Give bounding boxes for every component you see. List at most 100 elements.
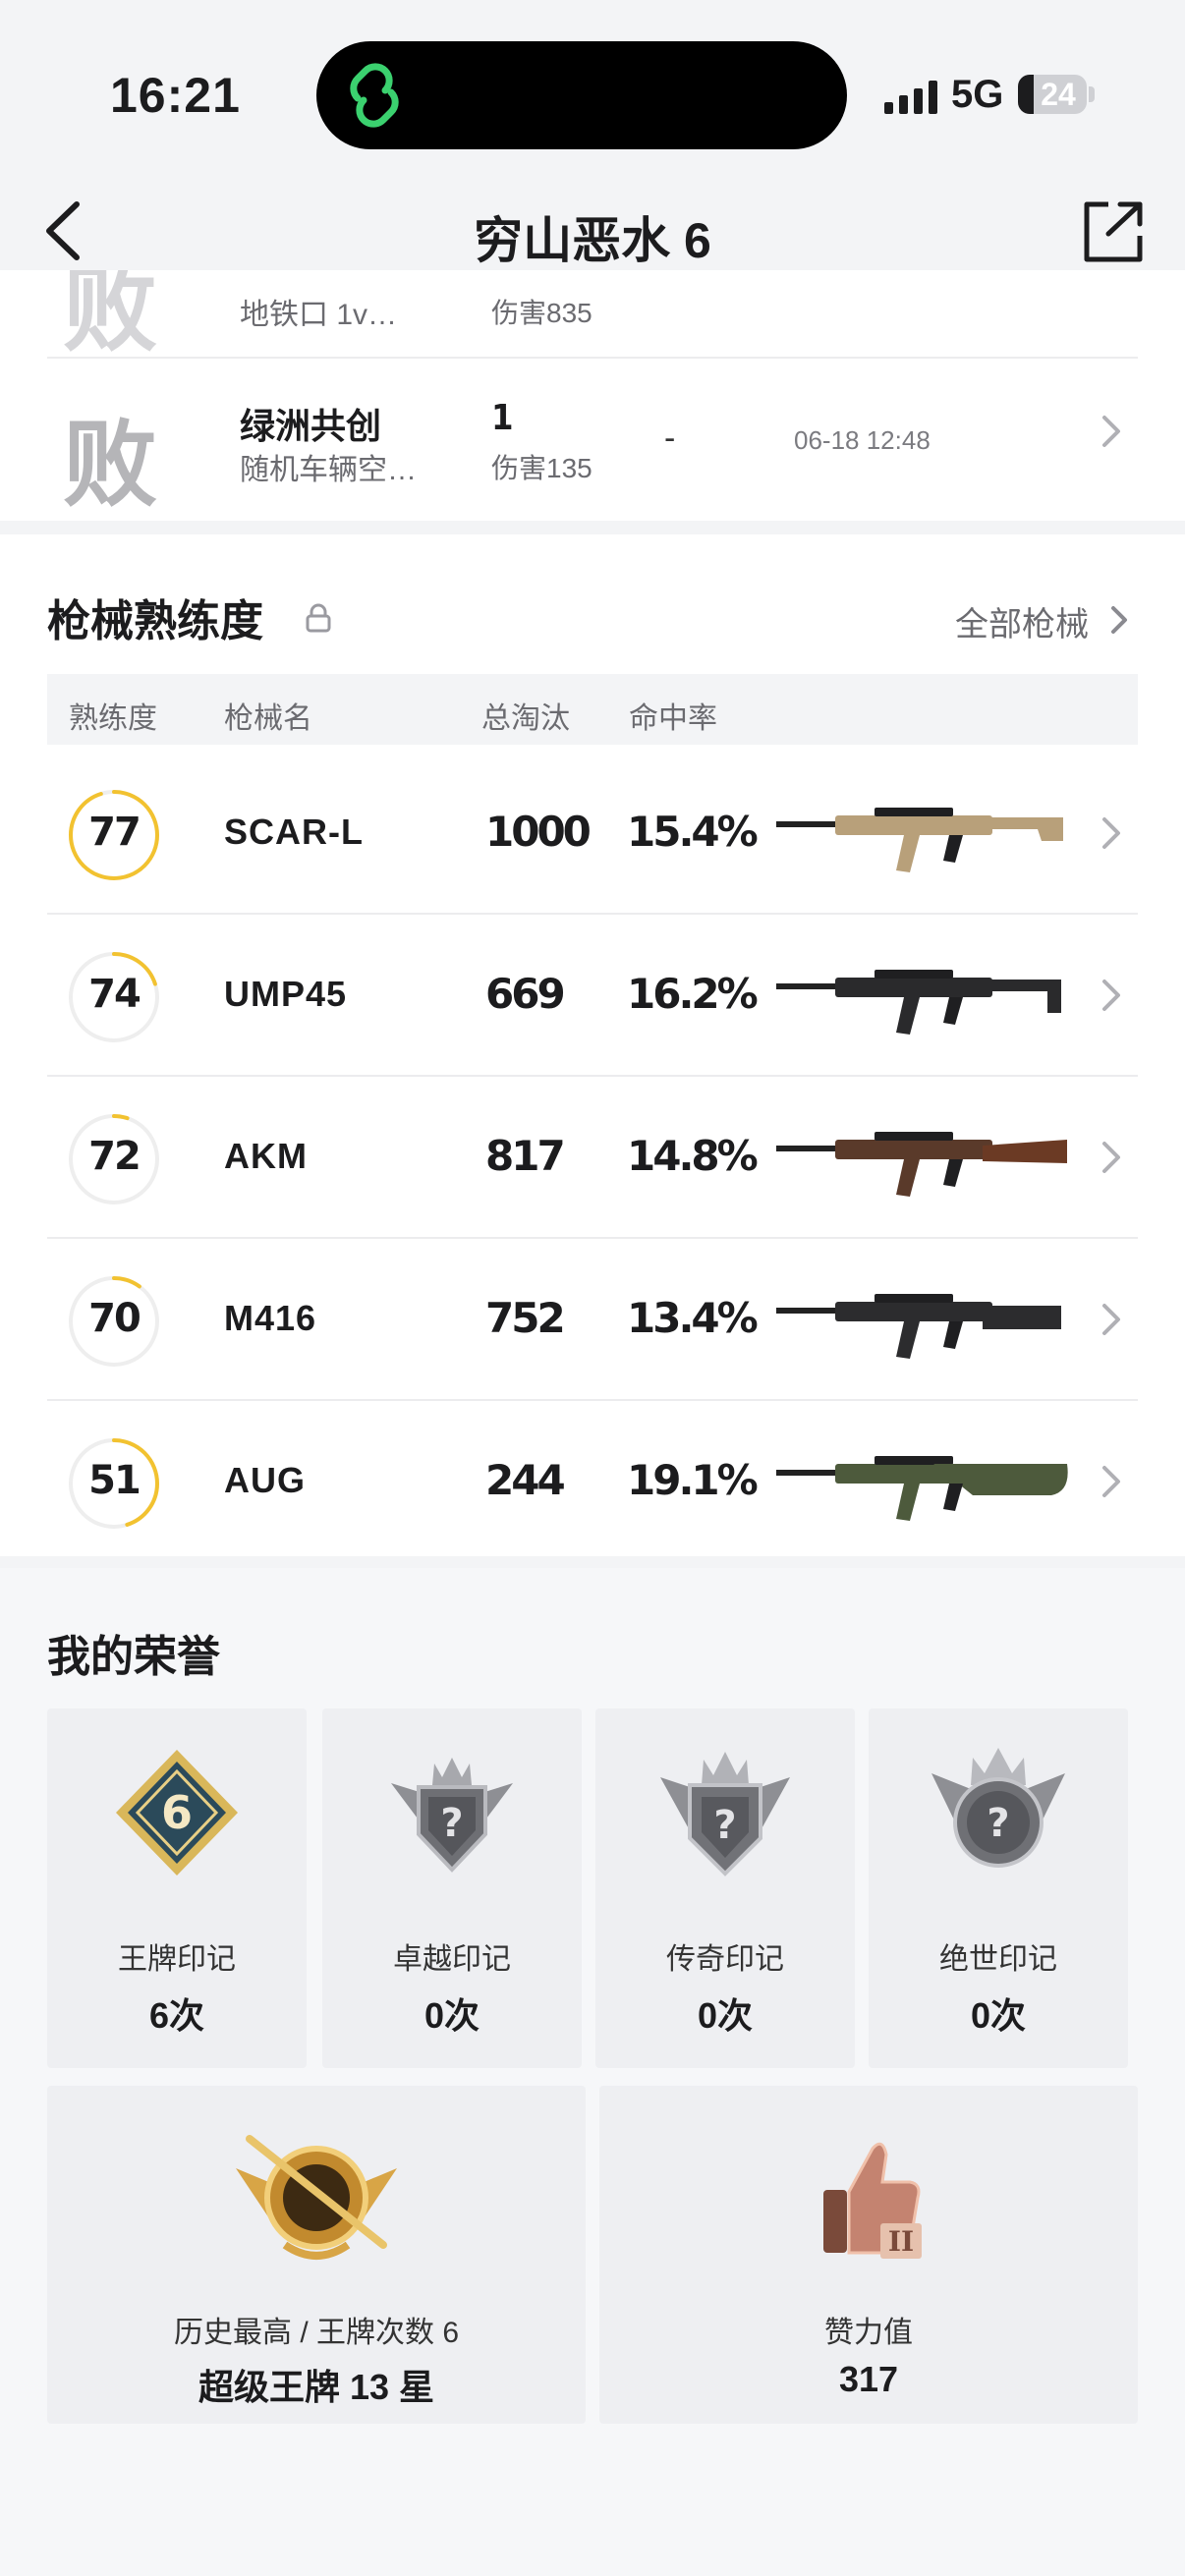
match-rank: 1 xyxy=(491,398,514,438)
status-time: 16:21 xyxy=(110,68,241,123)
gun-accuracy: 19.1% xyxy=(627,1456,759,1504)
honor-tile-legend[interactable]: ? 传奇印记 0次 xyxy=(595,1708,855,2068)
cellular-signal-icon xyxy=(884,81,937,114)
honor-name: 卓越印记 xyxy=(393,1943,511,1976)
gun-name: AKM xyxy=(224,1136,308,1176)
gun-name: UMP45 xyxy=(224,974,348,1014)
highest-rank-label: 历史最高 / 王牌次数 6 xyxy=(173,2317,460,2349)
battery-icon: 24 xyxy=(1018,75,1087,114)
svg-text:II: II xyxy=(888,2225,914,2258)
gun-row[interactable]: 51 AUG 244 19.1% xyxy=(47,1401,1138,1563)
likes-value: 317 xyxy=(838,2359,899,2399)
honor-count: 6次 xyxy=(148,1995,205,2036)
highest-rank-tile[interactable]: 历史最高 / 王牌次数 6 超级王牌 13 星 xyxy=(47,2086,586,2424)
chevron-right-icon xyxy=(1102,416,1120,447)
honor-section: 我的荣誉 6 王牌印记 6次 ? 卓越印记 0次 ? 传奇印记 0次 ? 绝世印… xyxy=(0,1568,1185,2576)
defeat-badge-icon: 败 xyxy=(63,410,157,520)
honor-tile-excellence[interactable]: ? 卓越印记 0次 xyxy=(322,1708,582,2068)
gun-table-header: 熟练度 枪械名 总淘汰 命中率 xyxy=(47,674,1138,745)
chevron-right-icon xyxy=(1102,1304,1120,1335)
likes-label: 赞力值 xyxy=(824,2317,913,2349)
honor-name: 传奇印记 xyxy=(666,1943,784,1976)
gun-total-kills: 669 xyxy=(485,970,566,1018)
match-mode-sub: 地铁口 1v… xyxy=(240,299,398,331)
chevron-right-icon xyxy=(1102,817,1120,849)
proficiency-value: 72 xyxy=(88,1134,141,1179)
status-bar: 16:21 5G 24 xyxy=(0,0,1185,187)
header-proficiency: 熟练度 xyxy=(69,702,157,735)
match-row[interactable]: 败 地铁口 1v… 伤害835 xyxy=(47,270,1138,364)
ump45-smg-icon xyxy=(776,970,1061,1035)
scar-l-rifle-icon xyxy=(776,808,1063,872)
svg-text:?: ? xyxy=(987,1801,1009,1846)
gun-row[interactable]: 72 AKM 817 14.8% xyxy=(47,1077,1138,1239)
honor-section-title: 我的荣誉 xyxy=(47,1633,220,1681)
honor-count: 0次 xyxy=(423,1995,480,2036)
match-time: 06-18 12:48 xyxy=(794,425,931,455)
akm-rifle-icon xyxy=(776,1132,1067,1197)
super-ace-rank-emblem-icon xyxy=(236,2135,397,2260)
link-app-icon xyxy=(350,63,399,128)
gun-row[interactable]: 74 UMP45 669 16.2% xyxy=(47,915,1138,1077)
gun-total-kills: 752 xyxy=(485,1294,566,1342)
svg-text:?: ? xyxy=(440,1801,463,1846)
gun-name: M416 xyxy=(224,1298,317,1338)
network-type: 5G xyxy=(951,73,1004,116)
proficiency-value: 77 xyxy=(88,810,141,855)
defeat-badge-icon: 败 xyxy=(63,270,157,364)
aug-rifle-icon xyxy=(776,1456,1068,1521)
gun-total-kills: 244 xyxy=(485,1456,566,1504)
svg-text:6: 6 xyxy=(161,1786,193,1839)
all-guns-link[interactable]: 全部枪械 xyxy=(955,597,1089,645)
match-mode-sub: 随机车辆空… xyxy=(240,454,417,486)
ace-mark-emblem-icon: 6 xyxy=(116,1750,238,1876)
gun-accuracy: 15.4% xyxy=(627,808,759,856)
page-title: 穷山恶水 6 xyxy=(474,213,711,268)
gun-section-title: 枪械熟练度 xyxy=(47,597,263,645)
lock-icon[interactable] xyxy=(305,603,332,633)
chevron-right-icon[interactable] xyxy=(1110,603,1130,637)
battery-level: 24 xyxy=(1041,77,1076,112)
excellence-mark-emblem-icon: ? xyxy=(391,1758,513,1873)
gun-row[interactable]: 70 M416 752 13.4% xyxy=(47,1239,1138,1401)
match-damage: 伤害835 xyxy=(491,298,592,328)
match-history-list: 败 地铁口 1v… 伤害835 败 绿洲共创 随机车辆空… 1 伤害135 - … xyxy=(0,270,1185,521)
proficiency-value: 51 xyxy=(88,1458,141,1503)
match-row[interactable]: 败 绿洲共创 随机车辆空… 1 伤害135 - 06-18 12:48 xyxy=(47,357,1138,520)
header-total-kills: 总淘汰 xyxy=(481,702,570,735)
gun-accuracy: 14.8% xyxy=(627,1132,759,1180)
chevron-right-icon xyxy=(1102,980,1120,1011)
match-mode-title: 绿洲共创 xyxy=(240,406,382,446)
match-damage: 伤害135 xyxy=(491,453,592,483)
match-extra: - xyxy=(664,420,676,457)
gun-total-kills: 1000 xyxy=(485,808,592,856)
chevron-right-icon xyxy=(1102,1466,1120,1497)
gun-total-kills: 817 xyxy=(485,1132,566,1180)
honor-count: 0次 xyxy=(970,1995,1027,2036)
gun-accuracy: 16.2% xyxy=(627,970,759,1018)
dynamic-island xyxy=(316,41,847,149)
gun-name: SCAR-L xyxy=(224,812,364,852)
thumbs-up-badge-icon: II xyxy=(823,2142,922,2259)
peerless-mark-emblem-icon: ? xyxy=(931,1748,1065,1868)
svg-text:?: ? xyxy=(713,1803,736,1848)
highest-rank-value: 超级王牌 13 星 xyxy=(198,2367,435,2407)
likes-tile[interactable]: II 赞力值 317 xyxy=(599,2086,1138,2424)
legend-mark-emblem-icon: ? xyxy=(660,1752,790,1876)
honor-name: 王牌印记 xyxy=(118,1943,236,1976)
header-gun-name: 枪械名 xyxy=(224,702,312,735)
gun-row[interactable]: 77 SCAR-L 1000 15.4% xyxy=(47,753,1138,915)
chevron-right-icon xyxy=(1102,1142,1120,1173)
honor-name: 绝世印记 xyxy=(939,1943,1057,1976)
gun-name: AUG xyxy=(224,1460,306,1500)
share-icon[interactable] xyxy=(1081,196,1146,265)
m416-rifle-icon xyxy=(776,1294,1061,1359)
honor-count: 0次 xyxy=(697,1995,754,2036)
proficiency-value: 74 xyxy=(88,972,141,1017)
header-accuracy: 命中率 xyxy=(629,702,717,735)
gun-proficiency-section: 枪械熟练度 全部枪械 熟练度 枪械名 总淘汰 命中率 77 SCAR-L 1000 1… xyxy=(0,534,1185,1556)
honor-tile-peerless[interactable]: ? 绝世印记 0次 xyxy=(869,1708,1128,2068)
proficiency-value: 70 xyxy=(88,1296,141,1341)
honor-tile-ace[interactable]: 6 王牌印记 6次 xyxy=(47,1708,307,2068)
gun-accuracy: 13.4% xyxy=(627,1294,759,1342)
